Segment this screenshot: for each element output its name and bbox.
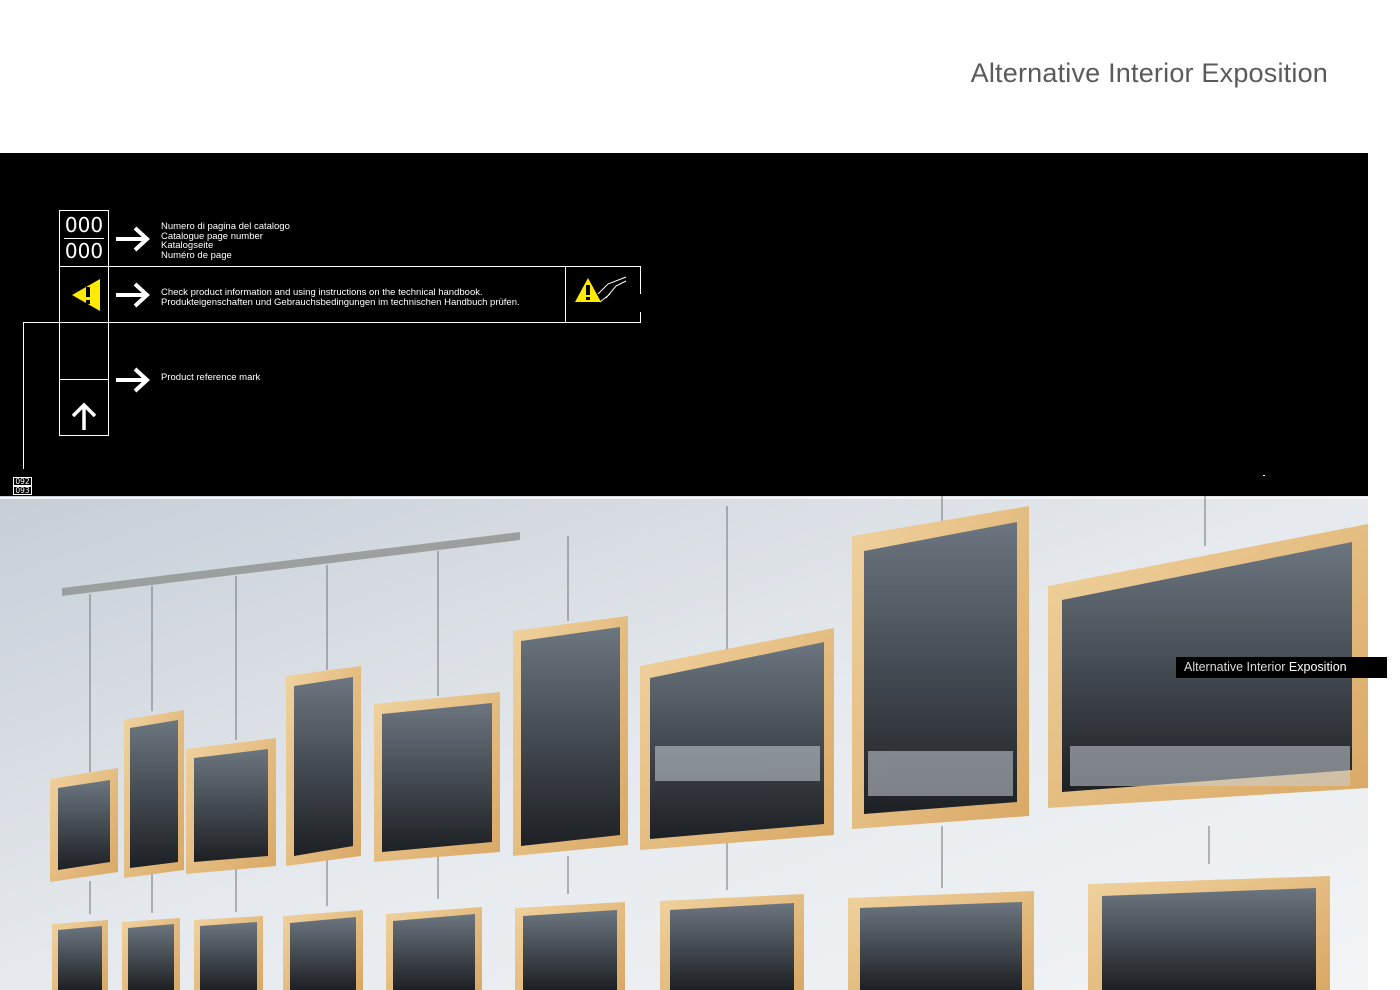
warning-row-divider	[565, 266, 566, 323]
warning-cell	[59, 266, 109, 323]
caption-bar: Alternative Interior Exposition	[1176, 657, 1387, 678]
legend-panel	[0, 153, 1368, 496]
reference-description: Product reference mark	[161, 372, 261, 383]
page-title: Alternative Interior Exposition	[970, 58, 1328, 88]
desc-line: Produkteigenschaften und Gebrauchsbeding…	[161, 296, 520, 308]
arrow-right-icon	[116, 282, 150, 308]
warning-row-bottom-line	[109, 322, 641, 323]
connector-line	[23, 322, 24, 469]
blank-cell	[59, 322, 109, 380]
page-number-description: Numero di pagina del catalogo Catalogue …	[161, 222, 290, 260]
page-number-bottom: 000	[64, 239, 104, 263]
warning-hand-icon	[575, 276, 627, 303]
strip-page-a: 092	[13, 477, 32, 486]
caption-text-light: Alternative Interior	[1184, 660, 1286, 674]
connector-line	[23, 322, 59, 323]
warning-description: Check product information and using inst…	[161, 288, 520, 307]
gallery-wall-illustration	[0, 496, 1368, 990]
arrow-right-icon	[116, 226, 150, 252]
tiny-mark	[1263, 475, 1265, 476]
page-number-cell: 000 000	[59, 210, 109, 267]
page-number-top: 000	[64, 213, 104, 237]
warning-row-corner	[630, 322, 641, 323]
desc-line: Numéro de page	[161, 249, 232, 261]
reference-cell	[59, 379, 109, 436]
strip-page-b: 093	[13, 486, 32, 495]
warning-icon	[72, 279, 100, 311]
caption-text-bold: Exposition	[1288, 660, 1347, 674]
warning-row-top-line	[109, 266, 641, 267]
up-arrow-icon	[71, 402, 97, 430]
arrow-right-icon	[116, 367, 150, 393]
exhibition-photo	[0, 496, 1368, 990]
warning-row-right-line	[640, 266, 641, 294]
